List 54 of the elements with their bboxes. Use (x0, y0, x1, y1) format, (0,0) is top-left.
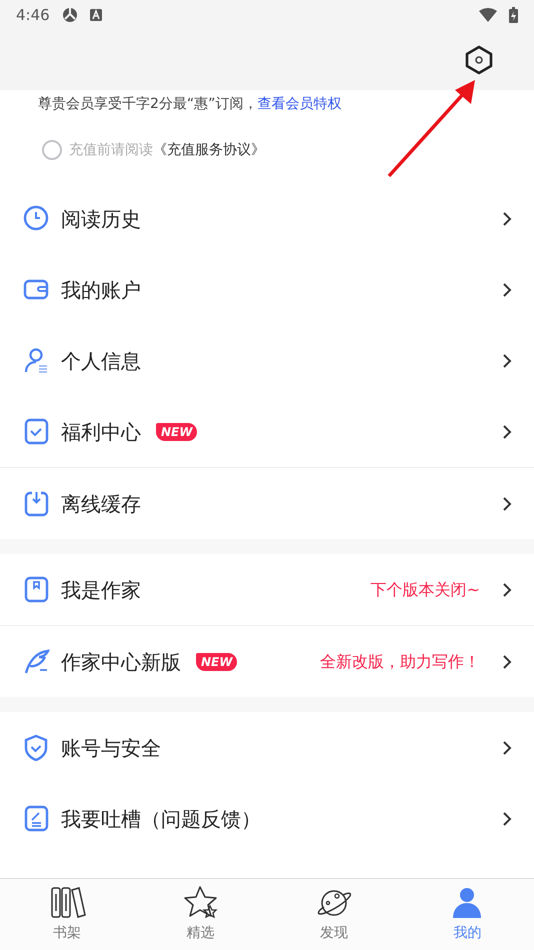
menu-note: 下个版本关闭~ (370, 578, 480, 600)
menu-row[interactable]: 作家中心新版 NEW 全新改版，助力写作！ (0, 626, 534, 697)
menu-row[interactable]: 我是作家 下个版本关闭~ (0, 554, 534, 625)
wifi-icon (479, 8, 497, 22)
new-badge: NEW (156, 422, 198, 440)
checkbox-icon (23, 418, 50, 445)
nav-tab[interactable]: 精选 (134, 879, 267, 950)
battery-icon (509, 7, 518, 23)
nav-tab[interactable]: 发现 (267, 879, 400, 950)
person-icon (23, 347, 50, 374)
keyboard-icon (90, 9, 102, 21)
menu-label: 作家中心新版 (61, 648, 181, 676)
menu-row[interactable]: 账号与安全 (0, 712, 534, 783)
menu-label: 我是作家 (61, 576, 141, 604)
clock-icon (23, 205, 50, 232)
chevron-icon (502, 654, 512, 670)
menu-label: 账号与安全 (61, 734, 161, 762)
download-icon (23, 490, 50, 517)
menu-label: 福利中心 (61, 418, 141, 446)
member-link[interactable]: 查看会员特权 (257, 96, 342, 112)
menu-row[interactable]: 福利中心 NEW (0, 396, 534, 467)
chevron-icon (502, 496, 512, 512)
chevron-icon (502, 582, 512, 598)
menu-label: 我的账户 (61, 276, 141, 304)
chevron-icon (502, 740, 512, 756)
member-notice: 尊贵会员享受千字2分最“惠”订阅，查看会员特权 (37, 95, 342, 114)
chevron-icon (502, 282, 512, 298)
menu-note: 全新改版，助力写作！ (320, 650, 480, 672)
menu-label: 阅读历史 (61, 206, 141, 232)
settings-button[interactable] (464, 45, 494, 75)
quill-icon (23, 648, 50, 675)
menu-label: 我要吐槽（问题反馈） (61, 806, 261, 832)
agreement-link[interactable]: 《充值服务协议》 (153, 140, 265, 160)
chevron-icon (502, 210, 512, 226)
menu-label: 离线缓存 (61, 490, 141, 518)
nav-tab[interactable]: 我的 (400, 879, 534, 950)
chevron-icon (502, 810, 512, 826)
chevron-icon (502, 352, 512, 368)
menu-row[interactable]: 我的账户 (0, 254, 534, 325)
globe-icon (62, 7, 78, 23)
agreement-checkbox[interactable] (42, 140, 62, 160)
note-icon (23, 805, 50, 832)
status-time: 4:46 (16, 4, 50, 26)
menu-row[interactable]: 离线缓存 (0, 468, 534, 539)
menu-label: 个人信息 (61, 348, 141, 374)
shield-icon (23, 734, 50, 761)
agreement-label: 充值前请阅读 (69, 140, 153, 160)
new-badge: NEW (196, 652, 238, 670)
chevron-icon (502, 424, 512, 440)
menu-row[interactable]: 阅读历史 (0, 183, 534, 254)
nav-tab[interactable]: 书架 (0, 879, 134, 950)
menu-row[interactable]: 个人信息 (0, 325, 534, 396)
book-icon (23, 576, 50, 603)
menu-row[interactable]: 我要吐槽（问题反馈） (0, 783, 534, 854)
